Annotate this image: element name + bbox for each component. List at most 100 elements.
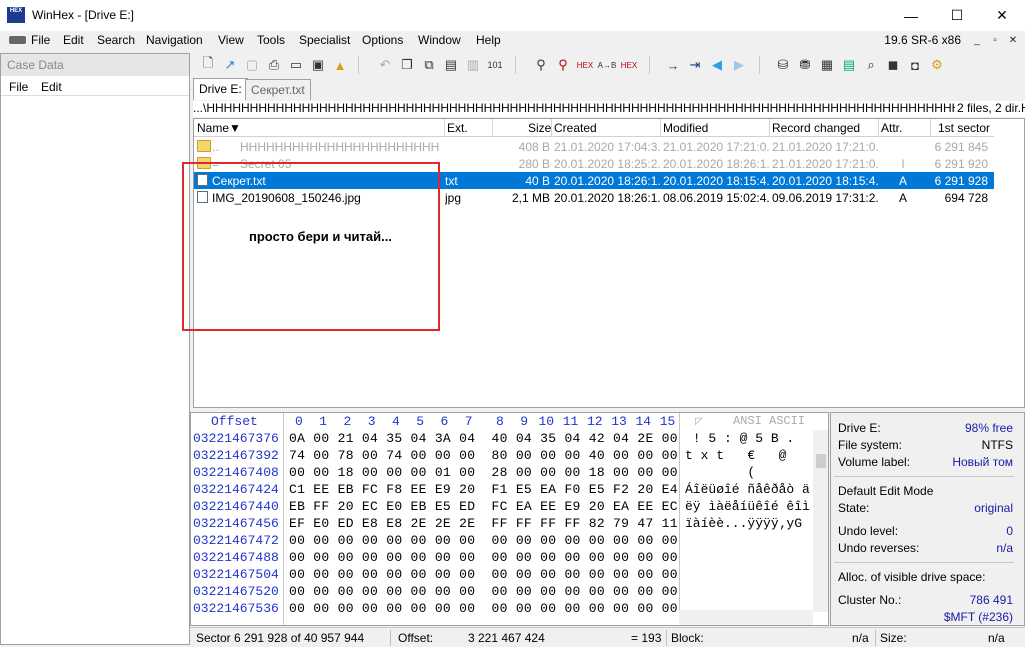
col-modified[interactable]: Modified: [663, 121, 708, 135]
hex-row[interactable]: 03221467488 00 00 00 00 00 00 00 00 00 00…: [191, 549, 828, 566]
volume-label: Volume label:: [838, 455, 911, 469]
goto-offset-icon[interactable]: →: [663, 55, 683, 75]
hex-bytes[interactable]: C1 EE EB FC F8 EE E9 20 F1 E5 EA F0 E5 F…: [289, 482, 678, 497]
col-record-changed[interactable]: Record changed: [772, 121, 860, 135]
copy-icon[interactable]: ❐: [397, 55, 417, 75]
mdi-minimize-button[interactable]: _: [969, 34, 985, 48]
hex-row[interactable]: 03221467504 00 00 00 00 00 00 00 00 00 00…: [191, 566, 828, 583]
hex-row[interactable]: 03221467376 0A 00 21 04 35 04 3A 04 40 04…: [191, 430, 828, 447]
file-row[interactable]: = Secret 05 280 B 20.01.2020 18:25:2... 20.0…: [194, 155, 994, 172]
print-icon[interactable]: ⎙: [264, 55, 284, 75]
hex-row[interactable]: 03221467456 EF E0 ED E8 E8 2E 2E 2E FF FF…: [191, 515, 828, 532]
open-disk-icon[interactable]: ▭: [286, 55, 306, 75]
hex-ascii[interactable]: (: [685, 465, 802, 480]
menu-specialist[interactable]: Specialist: [299, 33, 350, 47]
calculator-icon[interactable]: ▤: [839, 55, 859, 75]
scroll-thumb[interactable]: [816, 454, 826, 468]
hex-row[interactable]: 03221467424 C1 EE EB FC F8 EE E9 20 F1 E5…: [191, 481, 828, 498]
case-menu-edit[interactable]: Edit: [41, 80, 62, 94]
hex-bytes[interactable]: 00 00 00 00 00 00 00 00 00 00 00 00 00 0…: [289, 584, 678, 599]
hex-ascii[interactable]: ïàíèè...ÿÿÿÿ‚yG: [685, 516, 810, 531]
col-size[interactable]: Size: [528, 121, 551, 135]
hex-row[interactable]: 03221467472 00 00 00 00 00 00 00 00 00 00…: [191, 532, 828, 549]
menu-edit[interactable]: Edit: [63, 33, 84, 47]
copy-block-icon[interactable]: ⧉: [419, 55, 439, 75]
menu-search[interactable]: Search: [97, 33, 135, 47]
tab-secret-txt[interactable]: Секрет.txt: [245, 79, 311, 100]
back-icon[interactable]: ◀: [707, 55, 727, 75]
case-menu-file[interactable]: File: [9, 80, 28, 94]
col-attr[interactable]: Attr.: [881, 121, 902, 135]
menu-file[interactable]: File: [31, 33, 50, 47]
menu-navigation[interactable]: Navigation: [146, 33, 203, 47]
binary-icon[interactable]: 101: [485, 55, 505, 75]
tab-drive-e[interactable]: Drive E:: [193, 78, 248, 100]
replace-ab-icon[interactable]: A→B: [597, 55, 617, 75]
file-row[interactable]: .. HHHHHHHHHHHHHHHHHHHHHHHHH 408 B 21.01.20…: [194, 138, 994, 155]
maximize-button[interactable]: ☐: [934, 0, 980, 31]
open-icon[interactable]: ↗: [220, 55, 240, 75]
fs-label: File system:: [838, 438, 903, 452]
hex-col-header: 7: [464, 414, 473, 429]
explorer-icon[interactable]: ◘: [905, 55, 925, 75]
mdi-close-button[interactable]: ✕: [1005, 34, 1021, 48]
menu-help[interactable]: Help: [476, 33, 501, 47]
file-row[interactable]: IMG_20190608_150246.jpg jpg 2,1 MB 20.01.20…: [194, 189, 994, 206]
ram-editor-icon[interactable]: ▦: [817, 55, 837, 75]
hex-bytes[interactable]: 74 00 78 00 74 00 00 00 80 00 00 00 40 0…: [289, 448, 678, 463]
menu-window[interactable]: Window: [418, 33, 461, 47]
goto-sector-icon[interactable]: ⇥: [685, 55, 705, 75]
menu-options[interactable]: Options: [362, 33, 403, 47]
ascii-scroll-left-icon[interactable]: ◸: [695, 414, 703, 429]
folder-up-icon[interactable]: ▲: [330, 55, 350, 75]
hex-bytes[interactable]: EB FF 20 EC E0 EB E5 ED FC EA EE E9 20 E…: [289, 499, 678, 514]
paste-write-icon[interactable]: ▥: [463, 55, 483, 75]
hex-row[interactable]: 03221467520 00 00 00 00 00 00 00 00 00 00…: [191, 583, 828, 600]
new-file-icon[interactable]: 🗋: [198, 55, 218, 75]
hex-ascii[interactable]: ëÿ ìàëåíüêîé êîì: [685, 499, 810, 514]
hex-bytes[interactable]: 00 00 00 00 00 00 00 00 00 00 00 00 00 0…: [289, 533, 678, 548]
paste-icon[interactable]: ▤: [441, 55, 461, 75]
settings-gear-icon[interactable]: ⚙: [927, 55, 947, 75]
col-name[interactable]: Name▼: [197, 121, 241, 135]
status-eq-value: = 193: [631, 631, 662, 645]
find-hex-icon[interactable]: ⚲: [553, 55, 573, 75]
properties-icon[interactable]: ▣: [308, 55, 328, 75]
hex-vertical-scrollbar[interactable]: [813, 430, 828, 612]
replace-hex-icon[interactable]: HEX: [619, 55, 639, 75]
ascii-horizontal-scrollbar[interactable]: [679, 610, 813, 625]
menu-tools[interactable]: Tools: [257, 33, 285, 47]
offset-header: Offset: [211, 414, 258, 429]
hex-row[interactable]: 03221467392 74 00 78 00 74 00 00 00 80 00…: [191, 447, 828, 464]
hash-icon[interactable]: ⌕: [861, 55, 881, 75]
hex-bytes[interactable]: 00 00 18 00 00 00 01 00 28 00 00 00 18 0…: [289, 465, 678, 480]
find-text-icon[interactable]: ⚲: [531, 55, 551, 75]
hex-ascii[interactable]: t x t € @: [685, 448, 802, 463]
replace-text-icon[interactable]: HEX: [575, 55, 595, 75]
hex-bytes[interactable]: 0A 00 21 04 35 04 3A 04 40 04 35 04 42 0…: [289, 431, 678, 446]
col-first-sector[interactable]: 1st sector: [938, 121, 990, 135]
undo-icon[interactable]: ↶: [375, 55, 395, 75]
file-row[interactable]: Секрет.txt txt 40 B 20.01.2020 18:26:1... 20…: [194, 172, 994, 189]
col-created[interactable]: Created: [554, 121, 597, 135]
disk-clone-icon[interactable]: ⛃: [795, 55, 815, 75]
minimize-button[interactable]: —: [888, 0, 934, 31]
hex-row[interactable]: 03221467408 00 00 18 00 00 00 01 00 28 00…: [191, 464, 828, 481]
save-icon[interactable]: ▢: [242, 55, 262, 75]
hex-ascii[interactable]: ! 5 : @ 5 B .: [685, 431, 802, 446]
hex-bytes[interactable]: 00 00 00 00 00 00 00 00 00 00 00 00 00 0…: [289, 567, 678, 582]
viewer-icon[interactable]: ◼: [883, 55, 903, 75]
file-name: IMG_20190608_150246.jpg: [212, 191, 361, 205]
hex-bytes[interactable]: EF E0 ED E8 E8 2E 2E 2E FF FF FF FF 82 7…: [289, 516, 678, 531]
hex-editor[interactable]: Offset 0 1 2 3 4 5 6 7 8 9 10 11 12 13 14 15 ◸ ANSI ASC…: [190, 412, 829, 626]
forward-icon[interactable]: ▶: [729, 55, 749, 75]
close-button[interactable]: ✕: [979, 0, 1025, 31]
hex-bytes[interactable]: 00 00 00 00 00 00 00 00 00 00 00 00 00 0…: [289, 601, 678, 616]
mdi-restore-button[interactable]: ▫: [987, 34, 1003, 48]
hex-row[interactable]: 03221467440 EB FF 20 EC E0 EB E5 ED FC EA…: [191, 498, 828, 515]
hex-bytes[interactable]: 00 00 00 00 00 00 00 00 00 00 00 00 00 0…: [289, 550, 678, 565]
col-ext[interactable]: Ext.: [447, 121, 468, 135]
hex-ascii[interactable]: Áîëüøîé ñåêðåò ä: [685, 482, 810, 497]
disk-tools-icon[interactable]: ⛁: [773, 55, 793, 75]
menu-view[interactable]: View: [218, 33, 244, 47]
